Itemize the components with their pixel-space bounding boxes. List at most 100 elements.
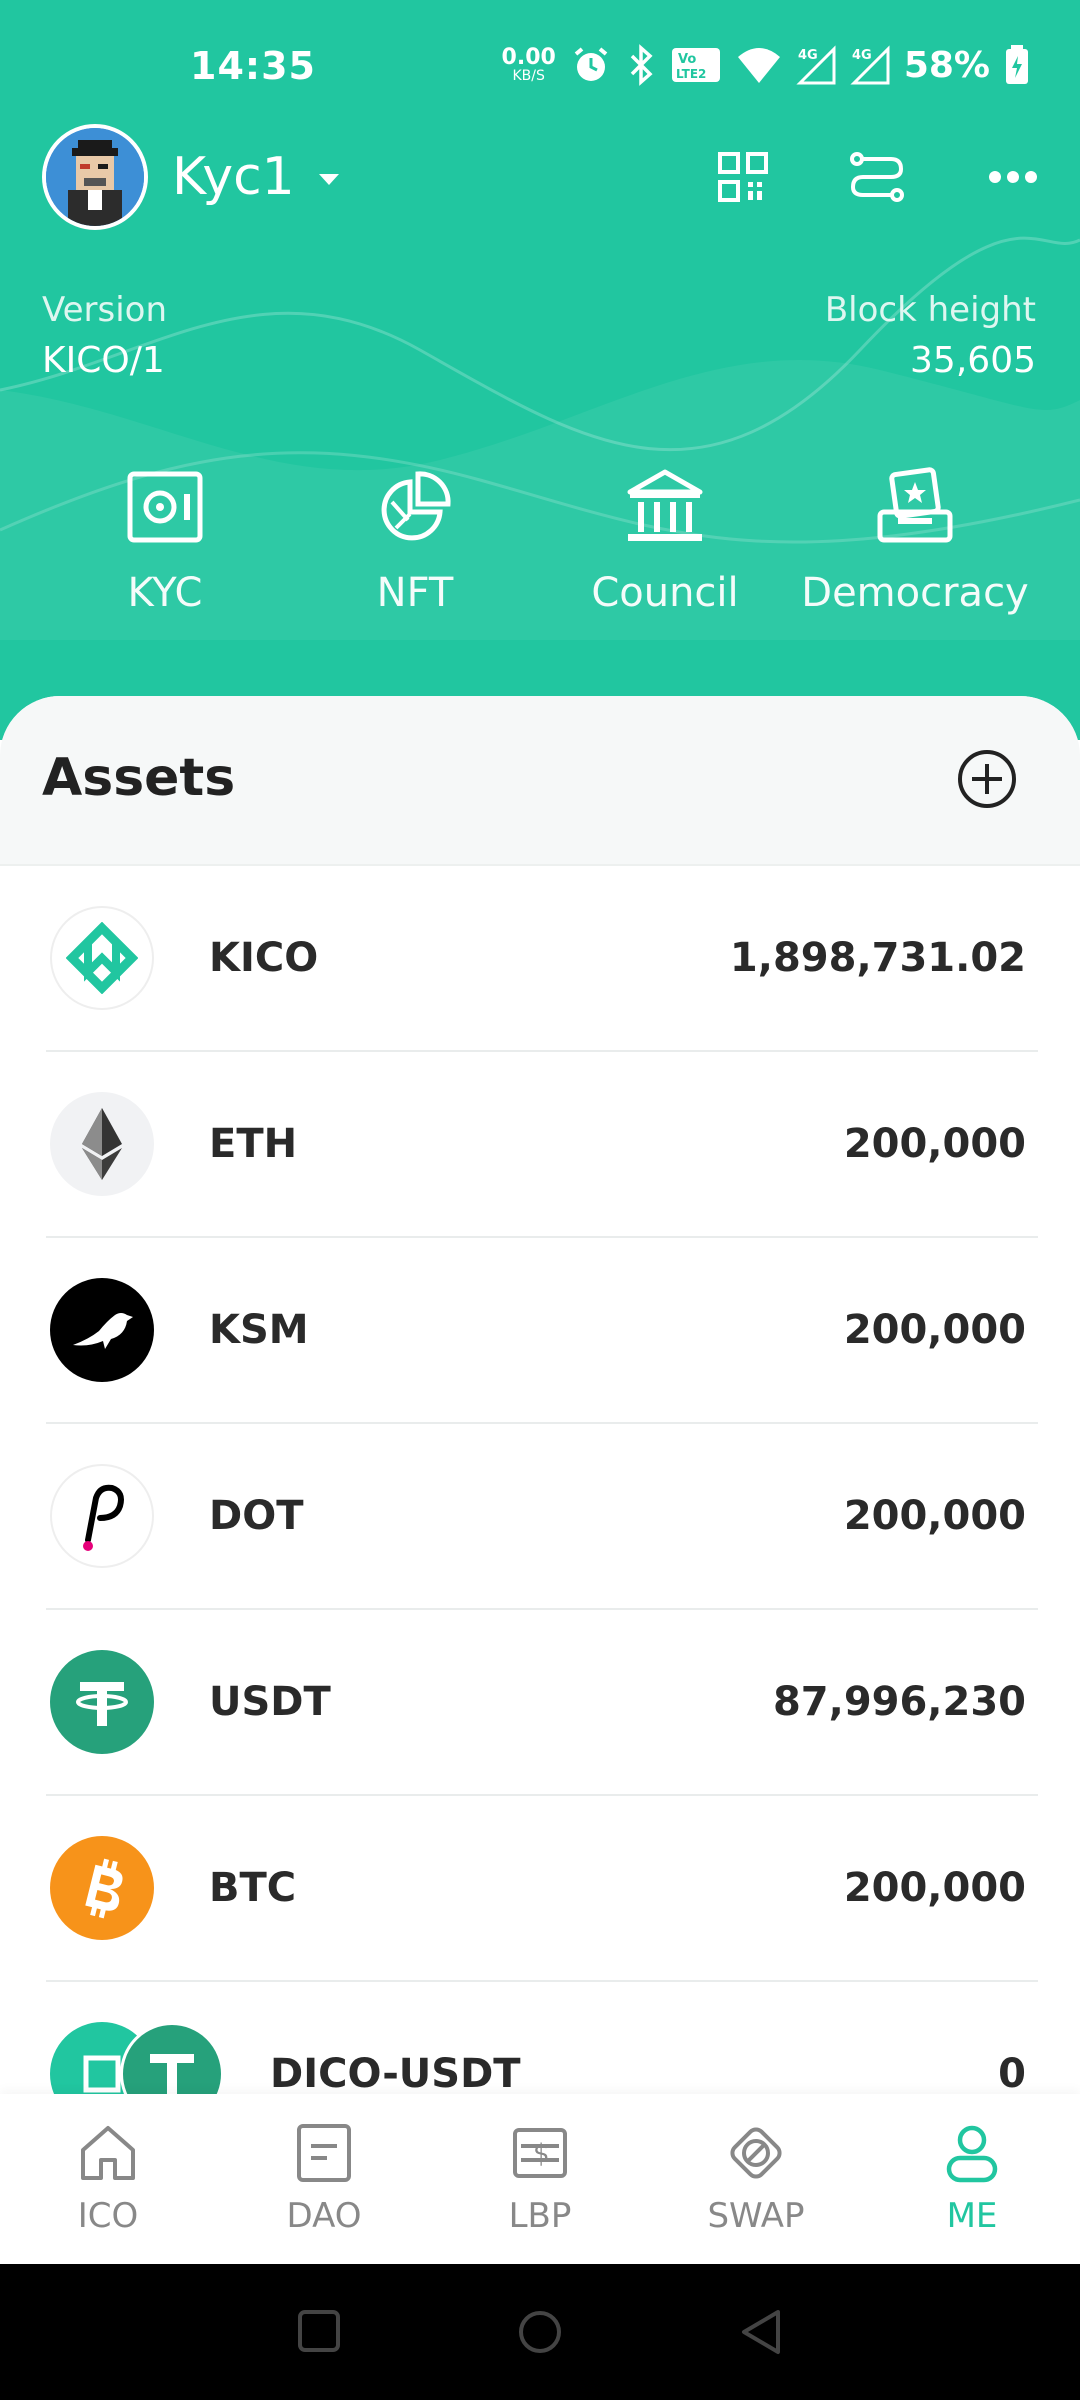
network-speed: 0.00 KB/S (502, 47, 556, 84)
quick-action-nft[interactable]: NFT (290, 462, 540, 616)
asset-row-dico-usdt[interactable]: DICO-USDT 0 (46, 1982, 1038, 2096)
asset-symbol: KICO (209, 935, 319, 981)
dot-logo-icon (50, 1464, 154, 1568)
nav-dao[interactable]: DAO (216, 2094, 432, 2264)
nav-lbp[interactable]: $ LBP (432, 2094, 648, 2264)
signal-icon-2: 4G (850, 45, 890, 85)
kico-logo-icon (50, 906, 154, 1010)
bluetooth-icon (630, 44, 653, 86)
svg-text:Vo: Vo (678, 52, 696, 67)
assets-title: Assets (42, 748, 236, 808)
block-height-value: 35,605 (910, 340, 1036, 381)
assets-header: Assets (0, 696, 1080, 866)
asset-row-ksm[interactable]: KSM 200,000 (46, 1238, 1038, 1424)
asset-symbol: DICO-USDT (270, 2051, 521, 2096)
usdt-logo-icon (50, 1650, 154, 1754)
asset-symbol: KSM (209, 1307, 309, 1353)
asset-balance: 1,898,731.02 (729, 935, 1026, 981)
asset-symbol: BTC (209, 1865, 297, 1911)
more-icon (989, 171, 1037, 183)
version-value: KICO/1 (42, 340, 165, 381)
asset-list: KICO 1,898,731.02 ETH 200,000 KSM 200,00… (0, 866, 1080, 2096)
svg-text:LTE2: LTE2 (676, 67, 706, 81)
block-height-label: Block height (824, 290, 1036, 330)
block-height-info: Block height 35,605 (825, 290, 1036, 381)
asset-row-usdt[interactable]: USDT 87,996,230 (46, 1610, 1038, 1796)
btc-logo-icon (50, 1836, 154, 1940)
chevron-down-icon (318, 174, 339, 185)
quick-action-democracy[interactable]: Democracy (790, 462, 1040, 616)
nav-label: ICO (77, 2196, 139, 2236)
asset-balance: 0 (998, 2051, 1026, 2096)
signal-icon: 4G (796, 45, 836, 85)
bottom-nav: ICO DAO $ LBP SWAP ME (0, 2094, 1080, 2264)
status-time: 14:35 (190, 44, 316, 88)
quick-action-label: Council (591, 570, 739, 616)
net-speed-unit: KB/S (512, 68, 545, 84)
version-label: Version (42, 290, 168, 330)
asset-balance: 200,000 (843, 1307, 1026, 1353)
nav-label: ME (946, 2196, 998, 2236)
asset-row-eth[interactable]: ETH 200,000 (46, 1052, 1038, 1238)
quick-action-label: NFT (376, 570, 454, 616)
nav-label: DAO (286, 2196, 362, 2236)
battery-percent: 58% (903, 44, 990, 86)
asset-row-kico[interactable]: KICO 1,898,731.02 (46, 866, 1038, 1052)
asset-symbol: ETH (209, 1121, 298, 1167)
asset-balance: 200,000 (843, 1121, 1026, 1167)
qr-code-button[interactable] (708, 142, 778, 212)
asset-row-btc[interactable]: BTC 200,000 (46, 1796, 1038, 1982)
network-badge-2: 4G (852, 48, 872, 63)
version-info: Version KICO/1 (42, 290, 167, 381)
quick-action-label: KYC (127, 570, 203, 616)
add-asset-icon[interactable] (956, 748, 1018, 810)
quick-action-kyc[interactable]: KYC (40, 462, 290, 616)
more-button[interactable] (978, 142, 1048, 212)
asset-balance: 87,996,230 (772, 1679, 1026, 1725)
asset-symbol: DOT (209, 1493, 304, 1539)
kyc-icon (127, 471, 203, 543)
democracy-icon (877, 467, 953, 543)
swap-icon (730, 2127, 782, 2179)
qr-code-icon (718, 152, 768, 202)
quick-action-label: Democracy (801, 570, 1029, 616)
battery-icon (1006, 45, 1028, 84)
alarm-icon (574, 47, 608, 81)
status-indicators: 0.00 KB/S Vo LTE2 4G 4G 58% (502, 40, 1030, 90)
nav-me[interactable]: ME (864, 2094, 1080, 2264)
nav-label: LBP (508, 2196, 572, 2236)
usdt-pair-logo-icon (120, 2022, 224, 2096)
quick-action-council[interactable]: Council (540, 462, 790, 616)
system-nav-bar (0, 2264, 1080, 2400)
lbp-exchange-icon: $ (513, 2128, 567, 2178)
nav-label: SWAP (707, 2196, 805, 2236)
quick-actions: KYC NFT Council Democracy (0, 462, 1080, 616)
council-building-icon (627, 469, 703, 541)
profile-icon (946, 2125, 998, 2183)
avatar[interactable] (42, 124, 148, 230)
wifi-icon (737, 48, 780, 83)
ksm-logo-icon (50, 1278, 154, 1382)
nav-swap[interactable]: SWAP (648, 2094, 864, 2264)
account-name: Kyc1 (172, 147, 295, 207)
home-circle-icon[interactable] (516, 2308, 564, 2356)
back-icon[interactable] (738, 2308, 784, 2356)
nav-ico[interactable]: ICO (0, 2094, 216, 2264)
network-badge-1: 4G (798, 48, 818, 63)
home-icon (81, 2126, 135, 2180)
asset-symbol: USDT (209, 1679, 331, 1725)
nft-pie-icon (381, 471, 451, 541)
assets-card: Assets KICO 1,898,731.02 ETH 200,000 KSM… (0, 696, 1080, 2096)
asset-balance: 200,000 (843, 1865, 1026, 1911)
account-switcher[interactable]: Kyc1 (42, 124, 341, 230)
eth-logo-icon (50, 1092, 154, 1196)
svg-text:$: $ (533, 2139, 550, 2169)
dao-document-icon (297, 2124, 351, 2182)
transfer-icon (850, 152, 904, 202)
avatar-image (46, 128, 144, 226)
transfer-button[interactable] (842, 142, 912, 212)
recents-icon[interactable] (296, 2308, 342, 2354)
volte-icon: Vo LTE2 (671, 48, 720, 82)
asset-row-dot[interactable]: DOT 200,000 (46, 1424, 1038, 1610)
status-bar: 14:35 0.00 KB/S Vo LTE2 4G 4G 58% (0, 0, 1080, 130)
